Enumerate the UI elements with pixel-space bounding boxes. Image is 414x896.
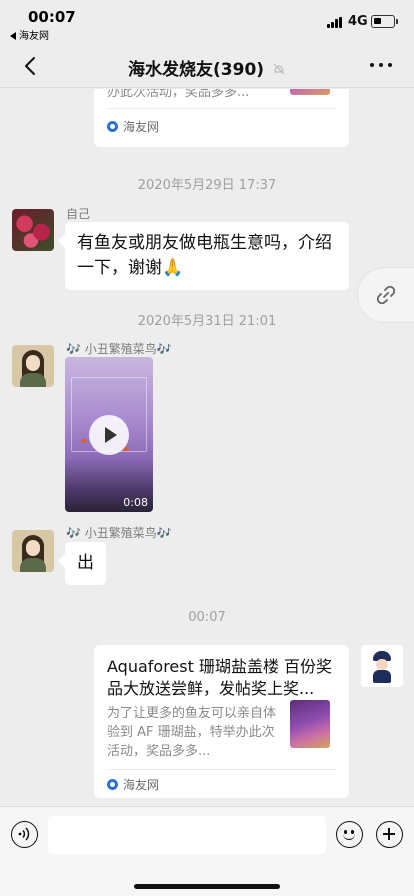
signal-icon	[327, 17, 344, 28]
back-app-label: 海友网	[19, 31, 49, 42]
source-logo-icon	[107, 779, 118, 790]
message-text: 出	[77, 553, 94, 573]
message-input[interactable]	[48, 816, 326, 854]
nav-bar: 海水发烧友(390)	[0, 44, 414, 88]
emoji-icon[interactable]	[336, 821, 363, 848]
network-label: 4G	[348, 14, 368, 29]
video-duration: 0:08	[123, 496, 148, 509]
chat-title: 海水发烧友(390)	[0, 55, 414, 80]
timestamp: 2020年5月31日 21:01	[137, 314, 277, 329]
timestamp: 2020年5月29日 17:37	[137, 178, 277, 193]
plus-icon[interactable]	[376, 821, 403, 848]
card-desc: 办此次活动，奖品多多...	[107, 89, 250, 100]
back-triangle-icon	[10, 32, 16, 40]
avatar[interactable]	[12, 530, 54, 572]
battery-icon	[371, 15, 398, 28]
play-icon[interactable]	[89, 415, 129, 455]
link-icon	[376, 285, 396, 305]
timestamp: 00:07	[188, 610, 226, 625]
status-bar: 00:07 海友网 4G	[0, 0, 414, 44]
card-source: 海友网	[107, 118, 159, 135]
source-logo-icon	[107, 121, 118, 132]
card-divider	[107, 108, 336, 109]
card-thumbnail	[290, 700, 330, 748]
message-bubble[interactable]: 出	[65, 542, 106, 585]
card-title: Aquaforest 珊瑚盐盖楼 百份奖品大放送尝鲜，发帖奖上奖...	[107, 657, 333, 698]
input-bar	[0, 806, 414, 896]
mute-bell-icon	[273, 63, 285, 75]
floating-link-button[interactable]	[357, 267, 414, 323]
card-thumbnail	[290, 89, 330, 95]
chat-area[interactable]: 办此次活动，奖品多多... 海友网 2020年5月29日 17:37 自己 有鱼…	[0, 89, 414, 806]
card-desc: 为了让更多的鱼友可以亲自体验到 AF 珊瑚盐，特举办此次活动，奖品多多...	[107, 706, 277, 759]
status-time: 00:07	[28, 8, 76, 26]
video-message[interactable]: 0:08	[65, 357, 153, 512]
sender-name: 🎶 小丑繁殖菜鸟🎶	[66, 342, 172, 356]
avatar[interactable]	[361, 645, 403, 687]
card-divider	[107, 769, 336, 770]
chat-title-text: 海水发烧友(390)	[128, 60, 265, 80]
avatar[interactable]	[12, 209, 54, 251]
top-link-card[interactable]: 办此次活动，奖品多多... 海友网	[94, 89, 349, 147]
message-text: 有鱼友或朋友做电瓶生意吗，介绍一下，谢谢🙏	[77, 233, 332, 278]
back-to-app-link[interactable]: 海友网	[10, 27, 49, 42]
message-bubble[interactable]: 有鱼友或朋友做电瓶生意吗，介绍一下，谢谢🙏	[65, 222, 349, 290]
avatar[interactable]	[12, 345, 54, 387]
sender-name: 🎶 小丑繁殖菜鸟🎶	[66, 526, 172, 540]
home-indicator	[134, 884, 280, 889]
more-dots-icon[interactable]	[370, 63, 392, 69]
card-source-label: 海友网	[123, 120, 160, 134]
link-card[interactable]: Aquaforest 珊瑚盐盖楼 百份奖品大放送尝鲜，发帖奖上奖... 为了让更…	[94, 645, 349, 798]
voice-icon[interactable]	[11, 821, 38, 848]
card-source-label: 海友网	[123, 778, 160, 792]
card-source: 海友网	[107, 776, 159, 793]
sender-name: 自己	[66, 207, 91, 221]
